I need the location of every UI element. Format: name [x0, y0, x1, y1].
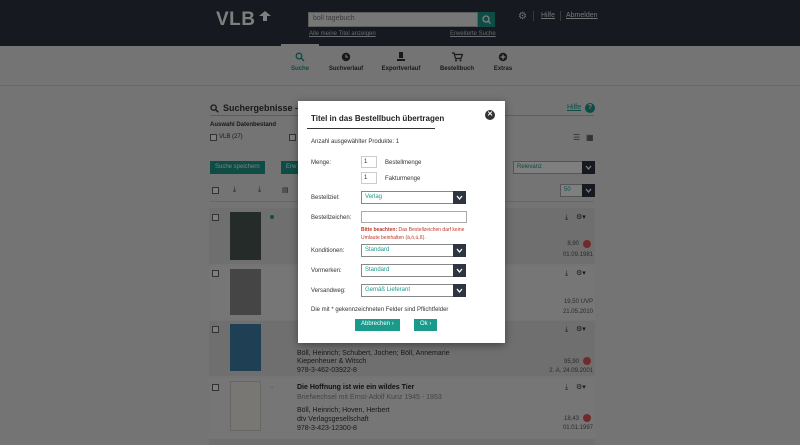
menge-label: Menge: [311, 160, 332, 166]
selected-count: Anzahl ausgewählter Produkte: 1 [311, 139, 400, 145]
cancel-button[interactable]: Abbrechen › [355, 319, 400, 331]
bestellmenge-label: Bestellmenge [385, 160, 422, 166]
chevron-down-icon[interactable] [453, 284, 466, 297]
required-fields-note: Die mit * gekennzeichneten Felder sind P… [311, 307, 449, 313]
title-underline [307, 128, 435, 129]
bestellzeichen-label: Bestellzeichen: [311, 215, 352, 221]
chevron-down-icon[interactable] [453, 264, 466, 277]
bestellzeichen-input[interactable] [361, 211, 467, 223]
konditionen-select[interactable]: Standard [361, 244, 466, 257]
umlaut-warning: Bitte beachten: Das Bestellzeichen darf … [361, 227, 465, 241]
bestellmenge-input[interactable]: 1 [361, 156, 377, 168]
ok-button[interactable]: Ok › [414, 319, 438, 331]
close-icon[interactable]: ✕ [485, 110, 495, 120]
versandweg-select[interactable]: Gemäß Lieferant [361, 284, 466, 297]
order-dialog: Titel in das Bestellbuch übertragen ✕ An… [298, 101, 505, 343]
fakturmenge-input[interactable]: 1 [361, 172, 377, 184]
vormerken-label: Vormerken: [311, 268, 342, 274]
dialog-title: Titel in das Bestellbuch übertragen [311, 114, 445, 123]
fakturmenge-label: Fakturmenge [385, 176, 421, 182]
bestellziel-select[interactable]: Verlag [361, 191, 466, 204]
chevron-down-icon[interactable] [453, 191, 466, 204]
chevron-down-icon[interactable] [453, 244, 466, 257]
konditionen-label: Konditionen: [311, 248, 345, 254]
versandweg-label: Versandweg: [311, 288, 346, 294]
vormerken-select[interactable]: Standard [361, 264, 466, 277]
bestellziel-label: Bestellziel: [311, 195, 340, 201]
